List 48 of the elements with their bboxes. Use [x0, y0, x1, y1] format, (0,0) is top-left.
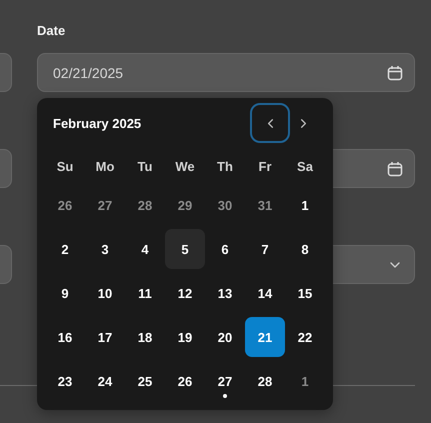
day-cell[interactable]: 24 [85, 361, 125, 401]
day-cell[interactable]: 4 [125, 229, 165, 269]
day-cell[interactable]: 20 [205, 317, 245, 357]
day-cell[interactable]: 27 [85, 185, 125, 225]
day-cell[interactable]: 31 [245, 185, 285, 225]
weekday-label: We [174, 158, 196, 176]
previous-month-button[interactable] [250, 103, 290, 143]
day-cell[interactable]: 28 [245, 361, 285, 401]
month-title: February 2025 [53, 116, 142, 130]
date-field[interactable]: 02/21/2025 [37, 53, 415, 92]
weekday-label: Mo [94, 158, 116, 176]
day-cell[interactable]: 2 [45, 229, 85, 269]
day-cell[interactable]: 11 [125, 273, 165, 313]
day-cell[interactable]: 25 [125, 361, 165, 401]
day-cell[interactable]: 1 [285, 185, 325, 225]
day-cell[interactable]: 26 [165, 361, 205, 401]
day-cell[interactable]: 16 [45, 317, 85, 357]
day-cell[interactable]: 17 [85, 317, 125, 357]
day-cell[interactable]: 9 [45, 273, 85, 313]
day-cell[interactable]: 13 [205, 273, 245, 313]
day-cell[interactable]: 29 [165, 185, 205, 225]
weekday-label: Fr [258, 158, 272, 176]
day-cell[interactable]: 1 [285, 361, 325, 401]
day-cell[interactable]: 28 [125, 185, 165, 225]
day-cell[interactable]: 5 [165, 229, 205, 269]
day-cell[interactable]: 23 [45, 361, 85, 401]
calendar-icon [387, 64, 403, 80]
weekday-label: Sa [296, 158, 314, 176]
day-cell[interactable]: 15 [285, 273, 325, 313]
day-cell[interactable]: 30 [205, 185, 245, 225]
day-cell[interactable]: 22 [285, 317, 325, 357]
day-cell[interactable]: 19 [165, 317, 205, 357]
day-cell[interactable]: 18 [125, 317, 165, 357]
calendar-icon [387, 160, 403, 176]
day-cell[interactable]: 14 [245, 273, 285, 313]
field-label: Date [37, 22, 66, 40]
weekday-label: Th [216, 158, 234, 176]
weekday-label: Tu [136, 158, 154, 176]
day-cell[interactable]: 12 [165, 273, 205, 313]
day-cell[interactable]: 26 [45, 185, 85, 225]
day-cell[interactable]: 10 [85, 273, 125, 313]
day-cell[interactable]: 8 [285, 229, 325, 269]
day-cell[interactable]: 6 [205, 229, 245, 269]
day-cell[interactable]: 27 [205, 361, 245, 401]
weekday-label: Su [56, 158, 74, 176]
day-cell[interactable]: 7 [245, 229, 285, 269]
day-cell[interactable]: 21 [245, 317, 285, 357]
day-cell[interactable]: 3 [85, 229, 125, 269]
